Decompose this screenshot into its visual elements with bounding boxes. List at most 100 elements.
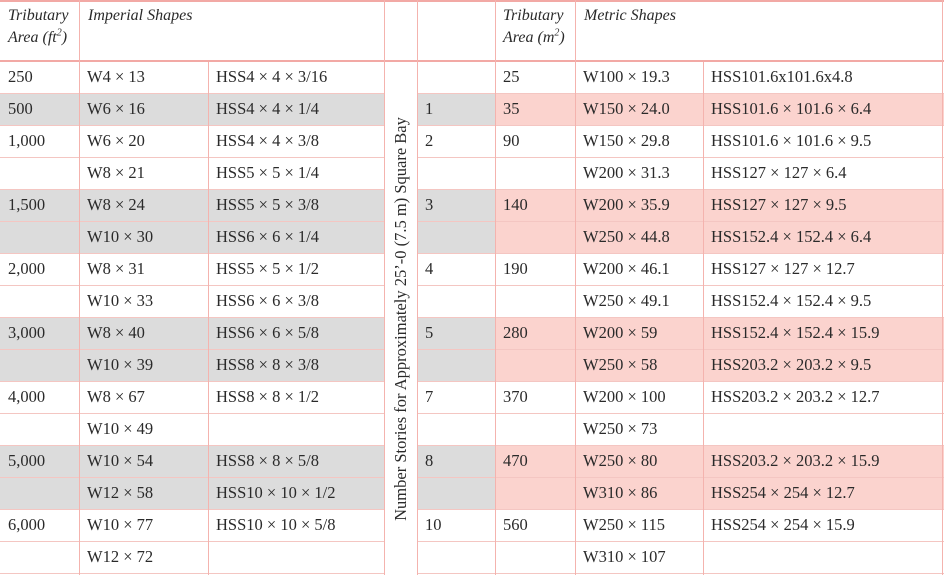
table-row: W10 × 33 HSS6 × 6 × 3/8 W250 × 49.1 HSS152.… — [0, 286, 944, 318]
table-row: W10 × 30 HSS6 × 6 × 1/4 W250 × 44.8 HSS152.… — [0, 222, 944, 254]
grid-line — [495, 0, 496, 575]
imperial-w-shape-cell: W8 × 24 — [87, 195, 145, 214]
row-shading-grey — [0, 446, 384, 478]
header-text: ) — [559, 29, 565, 46]
imperial-area-cell: 250 — [8, 67, 33, 86]
imperial-area-cell: 3,000 — [8, 323, 46, 342]
metric-w-shape-cell: W310 × 107 — [583, 547, 666, 566]
metric-hss-shape-cell: HSS152.4 × 152.4 × 9.5 — [711, 291, 872, 310]
imperial-hss-shape-cell: HSS6 × 6 × 1/4 — [216, 227, 319, 246]
metric-w-shape-cell: W200 × 46.1 — [583, 259, 670, 278]
row-shading-grey — [0, 350, 384, 382]
stories-cell: 2 — [425, 131, 434, 150]
header-text-line: Area (ft2) — [8, 27, 68, 49]
metric-area-cell: 140 — [503, 195, 528, 214]
steel-column-sizing-table: Tributary Area (ft2) Imperial Shapes Tri… — [0, 0, 944, 575]
header-text: Area (ft — [8, 29, 57, 46]
metric-hss-shape-cell: HSS101.6 × 101.6 × 6.4 — [711, 99, 872, 118]
imperial-hss-shape-cell: HSS8 × 8 × 5/8 — [216, 451, 319, 470]
imperial-area-cell: 500 — [8, 99, 33, 118]
imperial-hss-shape-cell: HSS10 × 10 × 1/2 — [216, 483, 336, 502]
stories-cell: 4 — [425, 259, 434, 278]
metric-hss-shape-cell: HSS127 × 127 × 6.4 — [711, 163, 847, 182]
stories-label-text: Number Stories for Approximately 25’-0 (… — [391, 116, 410, 521]
header-text: ) — [61, 29, 68, 46]
metric-area-cell: 90 — [503, 131, 520, 150]
header-text-line: Area (m2) — [503, 27, 565, 49]
imperial-w-shape-cell: W10 × 49 — [87, 419, 154, 438]
metric-w-shape-cell: W250 × 58 — [583, 355, 658, 374]
stories-cell: 3 — [425, 195, 434, 214]
row-divider — [417, 573, 944, 574]
grid-line — [575, 0, 576, 575]
stories-cell: 10 — [425, 515, 442, 534]
metric-area-cell: 560 — [503, 515, 528, 534]
imperial-w-shape-cell: W6 × 20 — [87, 131, 145, 150]
header-metric-shapes: Metric Shapes — [584, 7, 676, 24]
metric-area-cell: 190 — [503, 259, 528, 278]
metric-hss-shape-cell: HSS254 × 254 × 12.7 — [711, 483, 855, 502]
imperial-area-cell: 1,000 — [8, 131, 46, 150]
metric-w-shape-cell: W250 × 49.1 — [583, 291, 670, 310]
grid-line — [384, 0, 385, 575]
row-shading-grey — [0, 190, 384, 222]
metric-w-shape-cell: W200 × 100 — [583, 387, 666, 406]
imperial-w-shape-cell: W8 × 21 — [87, 163, 145, 182]
metric-hss-shape-cell: HSS152.4 × 152.4 × 6.4 — [711, 227, 872, 246]
imperial-area-cell: 4,000 — [8, 387, 46, 406]
imperial-hss-shape-cell: HSS5 × 5 × 1/2 — [216, 259, 319, 278]
metric-hss-shape-cell: HSS254 × 254 × 15.9 — [711, 515, 855, 534]
header-text-line: Tributary — [503, 7, 564, 24]
imperial-w-shape-cell: W10 × 33 — [87, 291, 154, 310]
table-row: W8 × 21 HSS5 × 5 × 1/4 W200 × 31.3 HSS127 ×… — [0, 158, 944, 190]
imperial-w-shape-cell: W12 × 72 — [87, 547, 154, 566]
metric-w-shape-cell: W200 × 31.3 — [583, 163, 670, 182]
header-imperial-shapes: Imperial Shapes — [88, 7, 193, 24]
row-shading-grey — [0, 222, 384, 254]
table-row: W12 × 72 W310 × 107 — [0, 542, 944, 574]
table-row: 1,000 W6 × 20 HSS4 × 4 × 3/8 2 90 W150 × 29.8… — [0, 126, 944, 158]
table-row: 500 W6 × 16 HSS4 × 4 × 1/4 1 35 W150 × 24.0 HS… — [0, 94, 944, 126]
table-row: W12 × 58 HSS10 × 10 × 1/2 W310 × 86 HSS254 … — [0, 478, 944, 510]
metric-w-shape-cell: W250 × 80 — [583, 451, 658, 470]
metric-area-cell: 35 — [503, 99, 520, 118]
imperial-hss-shape-cell: HSS6 × 6 × 3/8 — [216, 291, 319, 310]
imperial-hss-shape-cell: HSS10 × 10 × 5/8 — [216, 515, 336, 534]
imperial-w-shape-cell: W10 × 30 — [87, 227, 154, 246]
stories-cell: 7 — [425, 387, 434, 406]
imperial-w-shape-cell: W8 × 40 — [87, 323, 145, 342]
metric-area-cell: 470 — [503, 451, 528, 470]
metric-area-cell: 280 — [503, 323, 528, 342]
row-shading-grey — [0, 94, 384, 126]
imperial-hss-shape-cell: HSS4 × 4 × 3/16 — [216, 67, 328, 86]
metric-w-shape-cell: W310 × 86 — [583, 483, 658, 502]
metric-hss-shape-cell: HSS127 × 127 × 12.7 — [711, 259, 855, 278]
row-divider — [0, 573, 384, 574]
metric-w-shape-cell: W150 × 24.0 — [583, 99, 670, 118]
header-metric-tributary-area: Tributary Area (m2) — [503, 5, 565, 49]
grid-line — [79, 0, 80, 575]
header-top-rule — [0, 0, 944, 2]
imperial-hss-shape-cell: HSS5 × 5 × 3/8 — [216, 195, 319, 214]
header-text: Area (m — [503, 29, 555, 46]
metric-w-shape-cell: W200 × 59 — [583, 323, 658, 342]
metric-w-shape-cell: W250 × 73 — [583, 419, 658, 438]
imperial-w-shape-cell: W8 × 67 — [87, 387, 145, 406]
metric-hss-shape-cell: HSS203.2 × 203.2 × 9.5 — [711, 355, 872, 374]
grid-line — [417, 0, 418, 575]
imperial-hss-shape-cell: HSS5 × 5 × 1/4 — [216, 163, 319, 182]
metric-hss-shape-cell: HSS127 × 127 × 9.5 — [711, 195, 847, 214]
table-row: W10 × 39 HSS8 × 8 × 3/8 W250 × 58 HSS203.2 … — [0, 350, 944, 382]
imperial-area-cell: 1,500 — [8, 195, 46, 214]
imperial-hss-shape-cell: HSS6 × 6 × 5/8 — [216, 323, 319, 342]
imperial-w-shape-cell: W6 × 16 — [87, 99, 145, 118]
imperial-area-cell: 6,000 — [8, 515, 46, 534]
stories-cell: 1 — [425, 99, 434, 118]
grid-line — [942, 0, 943, 575]
row-shading-grey — [417, 478, 495, 510]
row-shading-grey — [417, 350, 495, 382]
metric-hss-shape-cell: HSS101.6x101.6x4.8 — [711, 67, 853, 86]
imperial-w-shape-cell: W4 × 13 — [87, 67, 145, 86]
stories-column-label: Number Stories for Approximately 25’-0 (… — [385, 62, 417, 575]
metric-hss-shape-cell: HSS203.2 × 203.2 × 15.9 — [711, 451, 880, 470]
